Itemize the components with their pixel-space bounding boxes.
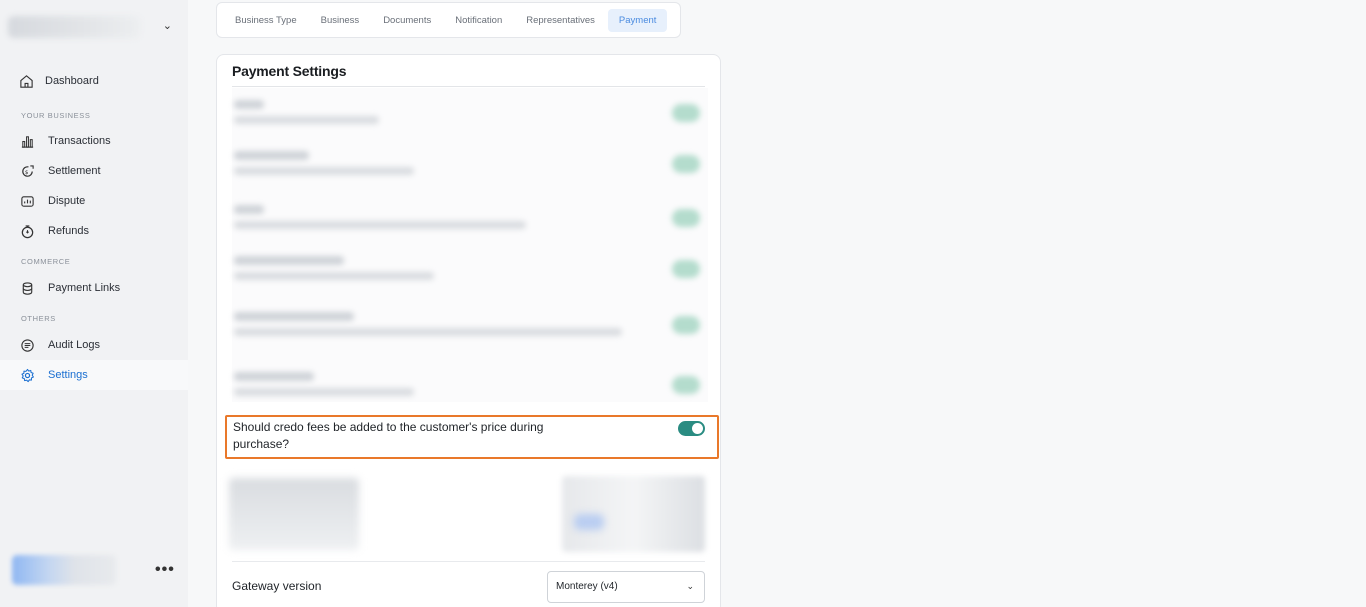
credo-fees-question: Should credo fees be added to the custom… bbox=[233, 420, 544, 451]
sidebar-item-label: Payment Links bbox=[48, 282, 121, 294]
tab-documents[interactable]: Documents bbox=[372, 9, 442, 32]
home-icon bbox=[17, 72, 35, 90]
blurred-setting-row bbox=[232, 366, 708, 406]
gateway-version-label: Gateway version bbox=[232, 579, 322, 593]
blurred-setting-row bbox=[232, 250, 708, 290]
sidebar-item-dashboard[interactable]: Dashboard bbox=[0, 66, 188, 96]
blurred-settings-list bbox=[232, 88, 708, 402]
section-label-others: OTHERS bbox=[21, 314, 56, 323]
blurred-settings-section bbox=[229, 472, 705, 552]
sidebar-item-label: Dispute bbox=[48, 195, 86, 207]
more-options-icon[interactable]: ••• bbox=[155, 561, 175, 579]
tab-business-type[interactable]: Business Type bbox=[224, 9, 308, 32]
sidebar: ⌄ Dashboard YOUR BUSINESS Transactions $… bbox=[0, 0, 188, 607]
credo-fees-toggle[interactable] bbox=[678, 421, 705, 436]
tab-payment[interactable]: Payment bbox=[607, 8, 668, 32]
settings-tabs: Business Type Business Documents Notific… bbox=[216, 2, 681, 38]
sidebar-item-label: Settlement bbox=[48, 165, 101, 177]
user-profile-blurred[interactable] bbox=[12, 555, 116, 585]
sidebar-item-label: Settings bbox=[48, 369, 88, 381]
sidebar-item-transactions[interactable]: Transactions bbox=[0, 126, 188, 156]
sidebar-item-settlement[interactable]: $ Settlement bbox=[0, 156, 188, 186]
chevron-down-icon[interactable]: ⌄ bbox=[163, 19, 172, 32]
organization-switcher[interactable]: ⌄ bbox=[8, 14, 178, 42]
chevron-down-icon: ⌄ bbox=[686, 581, 694, 591]
tab-notification[interactable]: Notification bbox=[444, 9, 513, 32]
gateway-version-value: Monterey (v4) bbox=[556, 581, 618, 592]
sidebar-item-refunds[interactable]: Refunds bbox=[0, 216, 188, 246]
gear-icon bbox=[18, 366, 36, 384]
tab-business[interactable]: Business bbox=[310, 9, 371, 32]
bar-chart-icon bbox=[18, 132, 36, 150]
blurred-setting-row bbox=[232, 306, 708, 346]
gateway-version-select[interactable]: Monterey (v4) ⌄ bbox=[547, 571, 705, 603]
blurred-setting-row bbox=[232, 145, 708, 185]
audit-log-icon bbox=[18, 336, 36, 354]
sidebar-item-payment-links[interactable]: Payment Links bbox=[0, 273, 188, 303]
toggle-knob bbox=[692, 423, 703, 434]
section-label-commerce: COMMERCE bbox=[21, 257, 71, 266]
organization-name-blurred bbox=[8, 16, 140, 38]
sidebar-item-label: Refunds bbox=[48, 225, 89, 237]
tab-representatives[interactable]: Representatives bbox=[515, 9, 606, 32]
page-title: Payment Settings bbox=[232, 63, 347, 79]
dispute-icon bbox=[18, 192, 36, 210]
sidebar-item-audit-logs[interactable]: Audit Logs bbox=[0, 330, 188, 360]
settlement-icon: $ bbox=[18, 162, 36, 180]
divider bbox=[232, 86, 705, 87]
blurred-setting-row bbox=[232, 199, 708, 239]
refund-icon bbox=[18, 222, 36, 240]
divider bbox=[232, 561, 705, 562]
sidebar-item-dispute[interactable]: Dispute bbox=[0, 186, 188, 216]
credo-fees-setting-row: Should credo fees be added to the custom… bbox=[225, 415, 719, 459]
blurred-setting-row bbox=[232, 94, 708, 134]
sidebar-item-label: Transactions bbox=[48, 135, 111, 147]
svg-text:$: $ bbox=[24, 169, 28, 175]
sidebar-item-settings[interactable]: Settings bbox=[0, 360, 188, 390]
section-label-your-business: YOUR BUSINESS bbox=[21, 111, 91, 120]
sidebar-item-label: Audit Logs bbox=[48, 339, 100, 351]
sidebar-item-label: Dashboard bbox=[45, 75, 99, 87]
coins-icon bbox=[18, 279, 36, 297]
